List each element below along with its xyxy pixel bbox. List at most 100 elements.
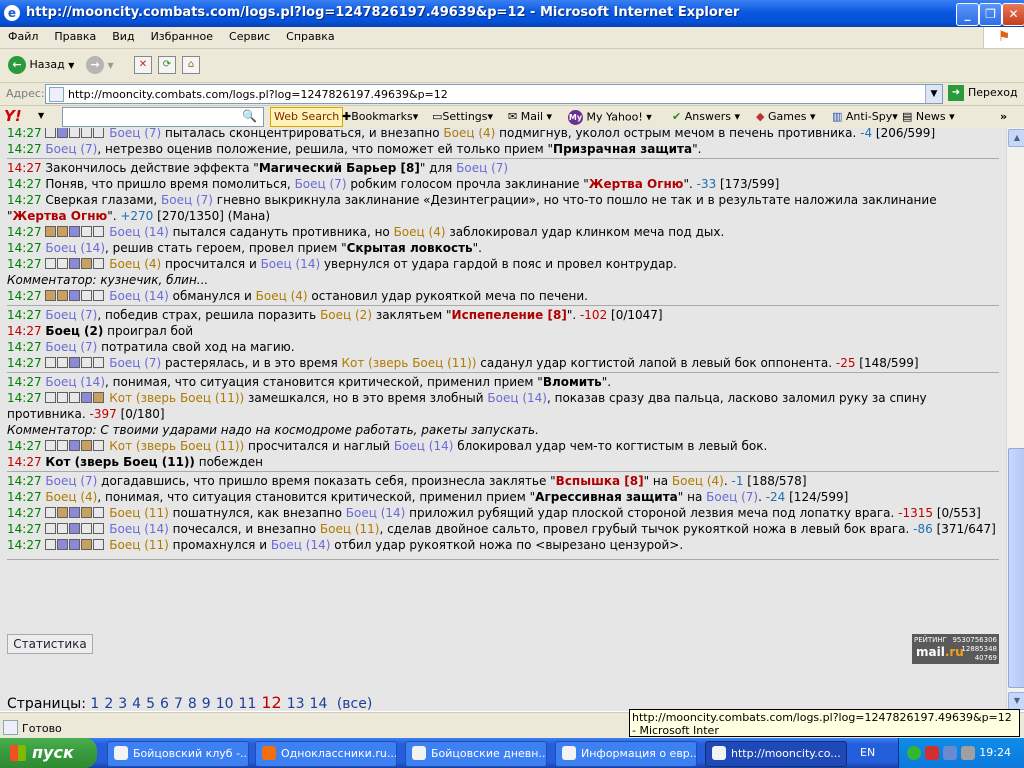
fighter-name[interactable]: Боец (2)	[320, 308, 372, 322]
taskbar-item[interactable]: Бойцовские дневн...	[405, 741, 547, 767]
fighter-name[interactable]: Боец (4)	[394, 225, 446, 239]
mailru-counter[interactable]: РЕЙТИНГ 9530756306 12885348 40769 mail.r…	[912, 634, 999, 664]
anti-spy-button[interactable]: ▥ Anti-Spy▾	[832, 110, 898, 123]
network-icon[interactable]	[943, 746, 957, 760]
page-link[interactable]: 1	[90, 696, 99, 711]
address-input[interactable]: http://mooncity.combats.com/logs.pl?log=…	[45, 84, 943, 104]
fighter-name[interactable]: Боец (7)	[45, 308, 97, 322]
page-link[interactable]: 5	[146, 696, 155, 711]
bookmarks-button[interactable]: ✚Bookmarks▾	[342, 110, 418, 123]
fighter-name[interactable]: Боец (14)	[261, 257, 321, 271]
language-indicator[interactable]: EN	[860, 738, 875, 768]
yahoo-menu-chevron-icon[interactable]: ▼	[38, 111, 44, 120]
fighter-name[interactable]: Боец (14)	[394, 439, 454, 453]
page-link[interactable]: 13	[287, 696, 305, 711]
log-text: Поняв, что пришло время помолиться,	[41, 177, 295, 191]
all-pages-link[interactable]: (все)	[337, 696, 373, 711]
minimize-button[interactable]: _	[956, 3, 979, 26]
page-link[interactable]: 9	[202, 696, 211, 711]
damage-value: -1	[731, 474, 744, 488]
statistics-button[interactable]: Статистика	[7, 634, 93, 654]
my-yahoo-button[interactable]: My My Yahoo! ▾	[568, 110, 652, 125]
fighter-name[interactable]: Боец (7)	[161, 193, 213, 207]
settings-button[interactable]: ▭Settings▾	[432, 110, 493, 123]
fighter-name[interactable]: Боец (11)	[109, 538, 169, 552]
taskbar-item[interactable]: Информация о евр...	[555, 741, 697, 767]
fighter-name[interactable]: Боец (7)	[456, 161, 508, 175]
icq-icon[interactable]	[907, 746, 921, 760]
page-link[interactable]: 4	[132, 696, 141, 711]
page-link[interactable]: 11	[239, 696, 257, 711]
fighter-name[interactable]: Боец (7)	[109, 356, 161, 370]
page-link[interactable]: 10	[216, 696, 234, 711]
start-button[interactable]: пуск	[0, 738, 97, 768]
fighter-name[interactable]: Боец (7)	[45, 142, 97, 156]
fighter-name[interactable]: Боец (14)	[45, 241, 105, 255]
page-link[interactable]: 7	[174, 696, 183, 711]
fighter-name[interactable]: Боец (14)	[109, 289, 169, 303]
fighter-name[interactable]: Боец (7)	[45, 474, 97, 488]
fighter-name[interactable]: Боец (4)	[109, 257, 161, 271]
maximize-button[interactable]: ❐	[979, 3, 1002, 26]
fighter-name[interactable]: Боец (7)	[706, 490, 758, 504]
fighter-name[interactable]: Боец (11)	[109, 506, 169, 520]
fighter-name[interactable]: Кот (зверь Боец (11))	[342, 356, 477, 370]
fighter-name[interactable]: Боец (14)	[109, 225, 169, 239]
fighter-name[interactable]: Боец (14)	[487, 391, 547, 405]
menu-file[interactable]: Файл	[0, 27, 46, 43]
fighter-name[interactable]: Кот (зверь Боец (11))	[45, 455, 194, 469]
fighter-name[interactable]: Боец (4)	[443, 128, 495, 140]
menu-view[interactable]: Вид	[104, 27, 142, 43]
answers-button[interactable]: ✔ Answers ▾	[672, 110, 740, 123]
forward-button[interactable]: → ▼	[86, 54, 114, 76]
fighter-name[interactable]: Боец (2)	[45, 324, 103, 338]
close-button[interactable]: ✕	[1002, 3, 1024, 26]
taskbar-item[interactable]: Бойцовский клуб -...	[107, 741, 249, 767]
menu-edit[interactable]: Правка	[46, 27, 104, 43]
volume-icon[interactable]	[961, 746, 975, 760]
fighter-name[interactable]: Боец (7)	[45, 340, 97, 354]
scroll-down-icon[interactable]: ▼	[1008, 692, 1024, 710]
taskbar-item-active[interactable]: http://mooncity.co...	[705, 741, 847, 767]
yahoo-search-input[interactable]: 🔍	[62, 107, 264, 127]
log-line: 14:27 Боец (11) пошатнулся, как внезапно…	[7, 505, 999, 521]
page-link[interactable]: 3	[118, 696, 127, 711]
page-link[interactable]: 14	[310, 696, 328, 711]
mail-button[interactable]: ✉ Mail ▾	[508, 110, 552, 123]
page-link[interactable]: 8	[188, 696, 197, 711]
fighter-name[interactable]: Боец (4)	[256, 289, 308, 303]
home-button[interactable]: ⌂	[182, 54, 200, 76]
stop-button[interactable]: ✕	[134, 54, 152, 76]
more-chevron-icon[interactable]: »	[1000, 110, 1007, 123]
fighter-name[interactable]: Боец (14)	[271, 538, 331, 552]
fighter-name[interactable]: Боец (14)	[109, 522, 169, 536]
page-link[interactable]: 2	[104, 696, 113, 711]
fighter-name[interactable]: Боец (7)	[109, 128, 161, 140]
fighter-name[interactable]: Кот (зверь Боец (11))	[109, 391, 244, 405]
fighter-name[interactable]: Боец (4)	[672, 474, 724, 488]
menu-help[interactable]: Справка	[278, 27, 342, 43]
fighter-name[interactable]: Боец (11)	[320, 522, 380, 536]
menu-favorites[interactable]: Избранное	[143, 27, 221, 43]
page-link[interactable]: 6	[160, 696, 169, 711]
scroll-up-icon[interactable]: ▲	[1008, 129, 1024, 147]
fighter-name[interactable]: Боец (14)	[346, 506, 406, 520]
scroll-thumb[interactable]	[1008, 448, 1024, 688]
address-dropdown-icon[interactable]: ▼	[925, 85, 942, 103]
tray-app-icon[interactable]	[925, 746, 939, 760]
taskbar-item[interactable]: Одноклассники.ru...	[255, 741, 397, 767]
vertical-scrollbar[interactable]: ▲ ▼	[1006, 128, 1024, 711]
yahoo-logo[interactable]: Y!	[4, 107, 22, 125]
menu-tools[interactable]: Сервис	[221, 27, 278, 43]
fighter-name[interactable]: Кот (зверь Боец (11))	[109, 439, 244, 453]
fighter-name[interactable]: Боец (7)	[295, 177, 347, 191]
refresh-button[interactable]: ⟳	[158, 54, 176, 76]
back-button[interactable]: ← Назад ▼	[8, 54, 74, 76]
go-button[interactable]: ➜ Переход	[948, 85, 1018, 101]
games-button[interactable]: ◆ Games ▾	[756, 110, 815, 123]
news-button[interactable]: ▤ News ▾	[902, 110, 955, 123]
web-search-button[interactable]: Web Search	[270, 107, 344, 127]
fighter-name[interactable]: Боец (4)	[45, 490, 97, 504]
log-line: 14:27 Боец (4) просчитался и Боец (14) у…	[7, 256, 999, 272]
fighter-name[interactable]: Боец (14)	[45, 375, 105, 389]
